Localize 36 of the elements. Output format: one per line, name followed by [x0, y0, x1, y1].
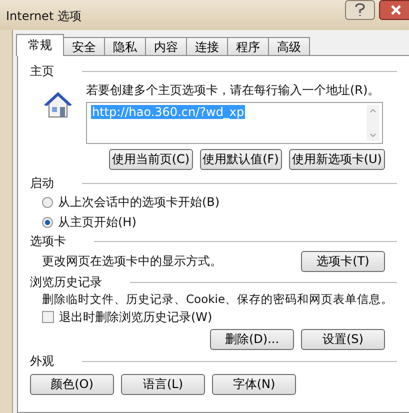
history-button[interactable]: 删除(D)...: [210, 329, 294, 350]
tab[interactable]: 程序: [227, 37, 269, 56]
history-button[interactable]: 设置(S): [301, 329, 385, 350]
close-icon[interactable]: [379, 0, 409, 20]
history-description: 删除临时文件、历史记录、Cookie、保存的密码和网页表单信息。: [41, 292, 394, 307]
radio-button[interactable]: [42, 196, 53, 208]
group-title: 外观: [30, 352, 54, 370]
tab[interactable]: 常规: [16, 34, 64, 56]
radio-label: 从主页开始(H): [58, 214, 136, 230]
url-text: http://hao.360.cn/?wd_xp: [91, 105, 246, 119]
scrollbar-icon[interactable]: [366, 105, 380, 141]
tab[interactable]: 连接: [186, 37, 228, 56]
checkbox-label: 退出时删除浏览历史记录(W): [59, 308, 212, 326]
home-page-button[interactable]: 使用新选项卡(U): [288, 149, 385, 170]
tab[interactable]: 内容: [145, 37, 187, 56]
home-page-button[interactable]: 使用默认值(F): [200, 149, 282, 170]
group-title: 选项卡: [30, 232, 66, 250]
checkbox[interactable]: [42, 311, 54, 323]
radio-label: 从上次会话中的选项卡开始(B): [58, 194, 220, 210]
radio-button[interactable]: [42, 216, 53, 228]
home-page-instruction: 若要创建多个主页选项卡，请在每行输入一个地址(R)。: [86, 82, 381, 99]
house-icon: [42, 90, 74, 120]
group-title: 启动: [30, 174, 54, 192]
appearance-button[interactable]: 颜色(O): [30, 374, 114, 395]
appearance-button[interactable]: 字体(N): [212, 374, 296, 395]
help-icon[interactable]: [345, 0, 375, 20]
tab[interactable]: 安全: [63, 37, 105, 56]
tab[interactable]: 隐私: [104, 37, 146, 56]
appearance-button[interactable]: 语言(L): [121, 374, 205, 395]
tabs-description: 更改网页在选项卡中的显示方式。: [41, 253, 222, 270]
window-title: Internet 选项: [5, 8, 82, 25]
tabs-settings-button[interactable]: 选项卡(T): [301, 251, 385, 272]
group-title: 浏览历史记录: [30, 274, 102, 290]
home-page-button[interactable]: 使用当前页(C): [108, 149, 193, 170]
tab[interactable]: 高级: [268, 37, 310, 56]
group-title: 主页: [30, 62, 54, 80]
